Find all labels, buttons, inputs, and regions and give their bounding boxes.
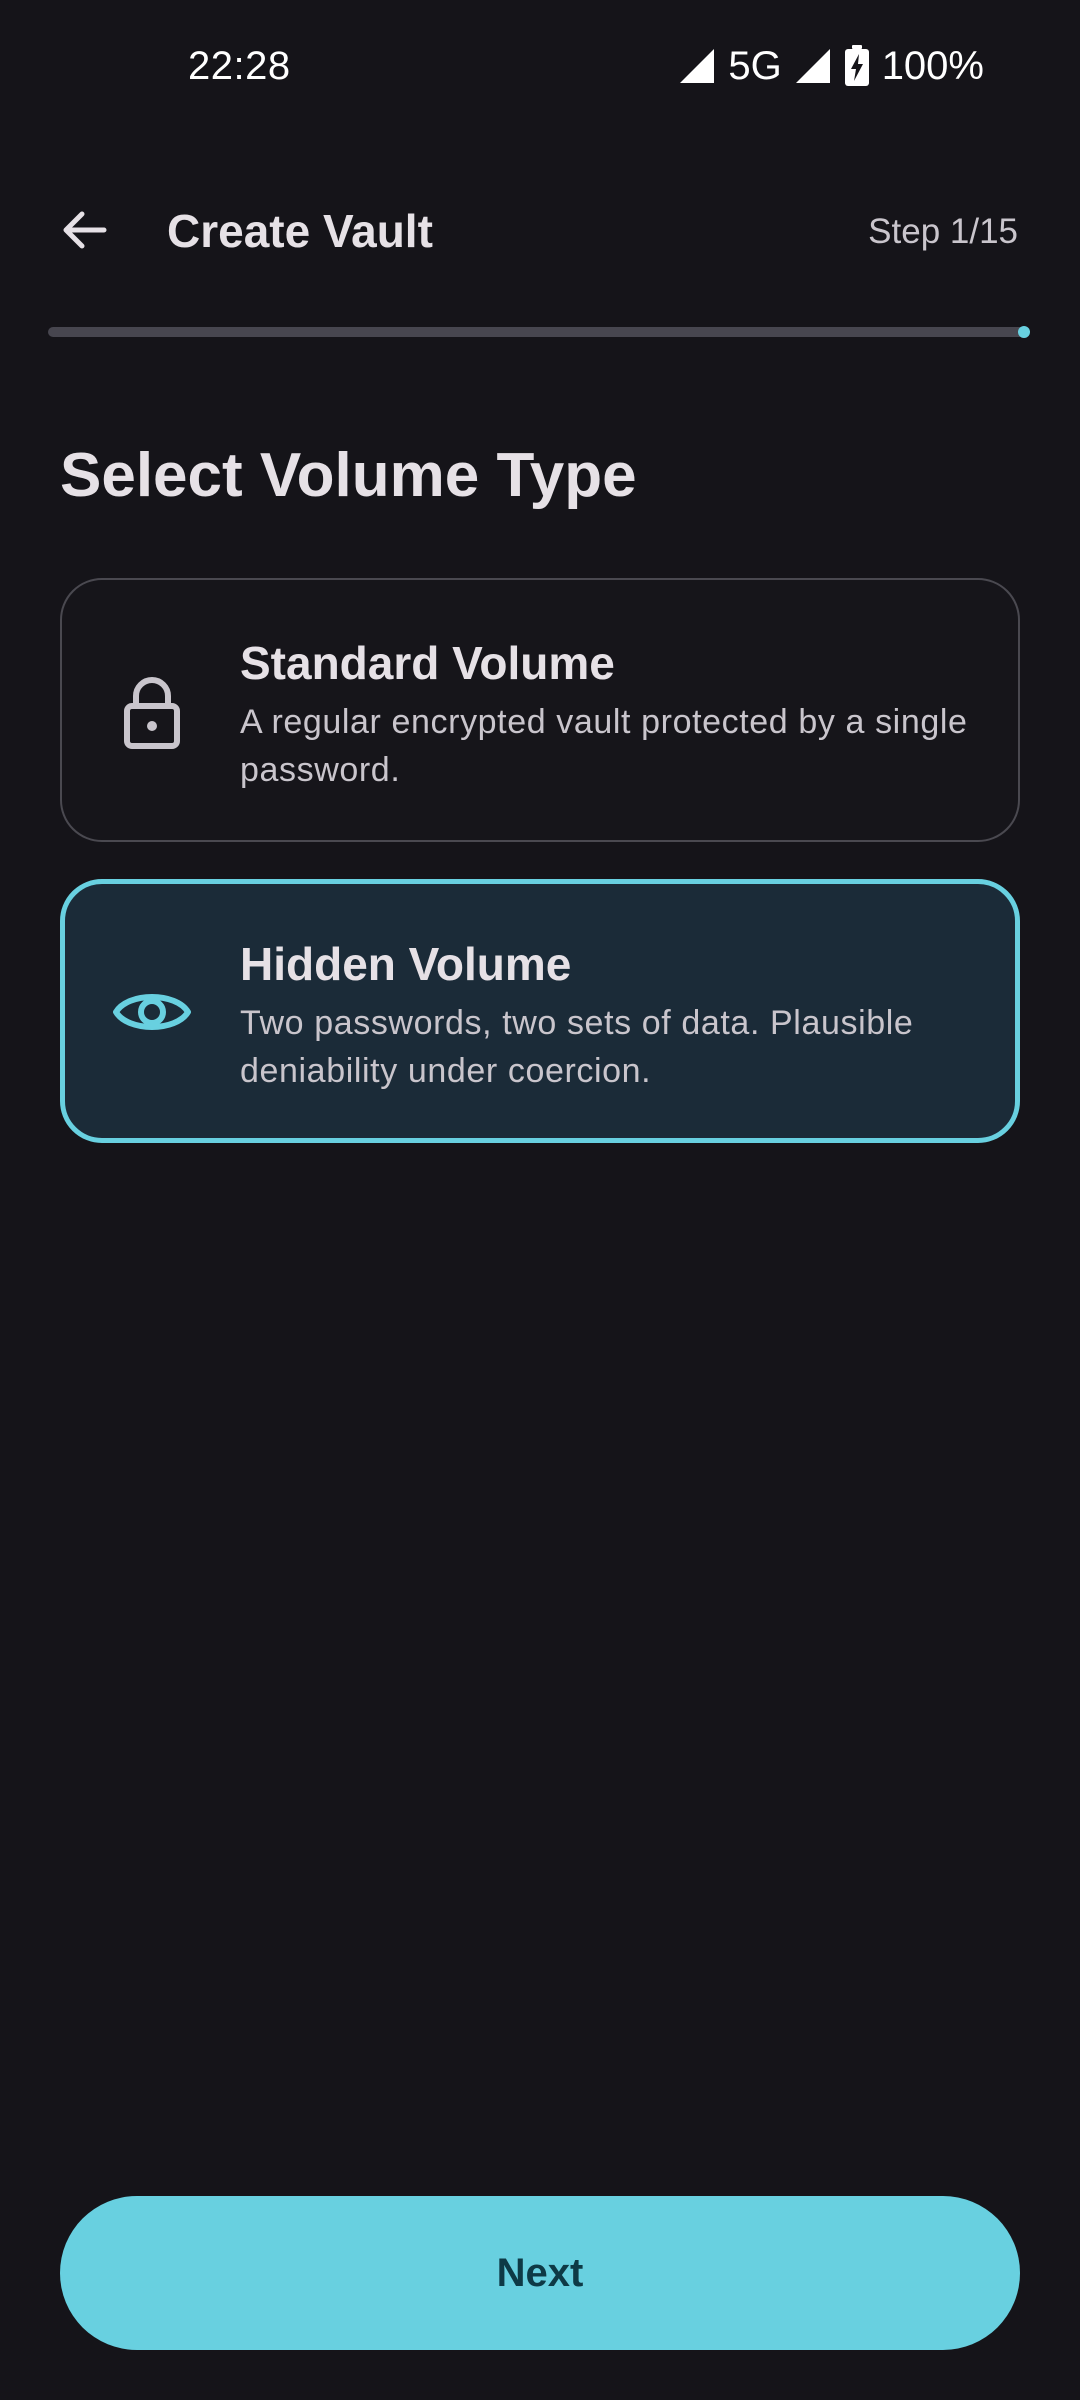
- progress-end-dot: [1018, 326, 1030, 338]
- status-indicators: 5G 100%: [678, 40, 984, 92]
- app-title: Create Vault: [167, 205, 433, 257]
- option-title: Standard Volume: [240, 637, 615, 689]
- battery-charging-icon: [844, 45, 870, 87]
- lock-icon: [112, 672, 192, 752]
- option-title: Hidden Volume: [240, 938, 572, 990]
- signal-icon: [794, 47, 832, 85]
- option-description: A regular encrypted vault protected by a…: [240, 703, 968, 789]
- standard-volume-option[interactable]: Standard Volume A regular encrypted vaul…: [60, 578, 1020, 842]
- hidden-volume-option[interactable]: Hidden Volume Two passwords, two sets of…: [60, 879, 1020, 1143]
- network-type: 5G: [728, 43, 782, 88]
- next-button-label: Next: [496, 2250, 584, 2295]
- battery-level: 100%: [881, 43, 984, 88]
- app-bar: Create Vault Step 1/15: [0, 180, 1080, 284]
- step-progress-bar: [48, 326, 1030, 338]
- next-button[interactable]: Next: [60, 2196, 1020, 2350]
- arrow-back-icon: [58, 204, 110, 261]
- status-bar: 22:28 5G 100%: [0, 0, 1080, 136]
- step-indicator: Step 1/15: [868, 212, 1018, 251]
- page-title: Select Volume Type: [60, 441, 637, 510]
- status-time: 22:28: [188, 44, 291, 88]
- option-description: Two passwords, two sets of data. Plausib…: [240, 1004, 914, 1090]
- back-button[interactable]: [44, 200, 124, 264]
- signal-icon: [678, 47, 716, 85]
- progress-track: [48, 327, 1026, 337]
- eye-icon: [112, 972, 192, 1052]
